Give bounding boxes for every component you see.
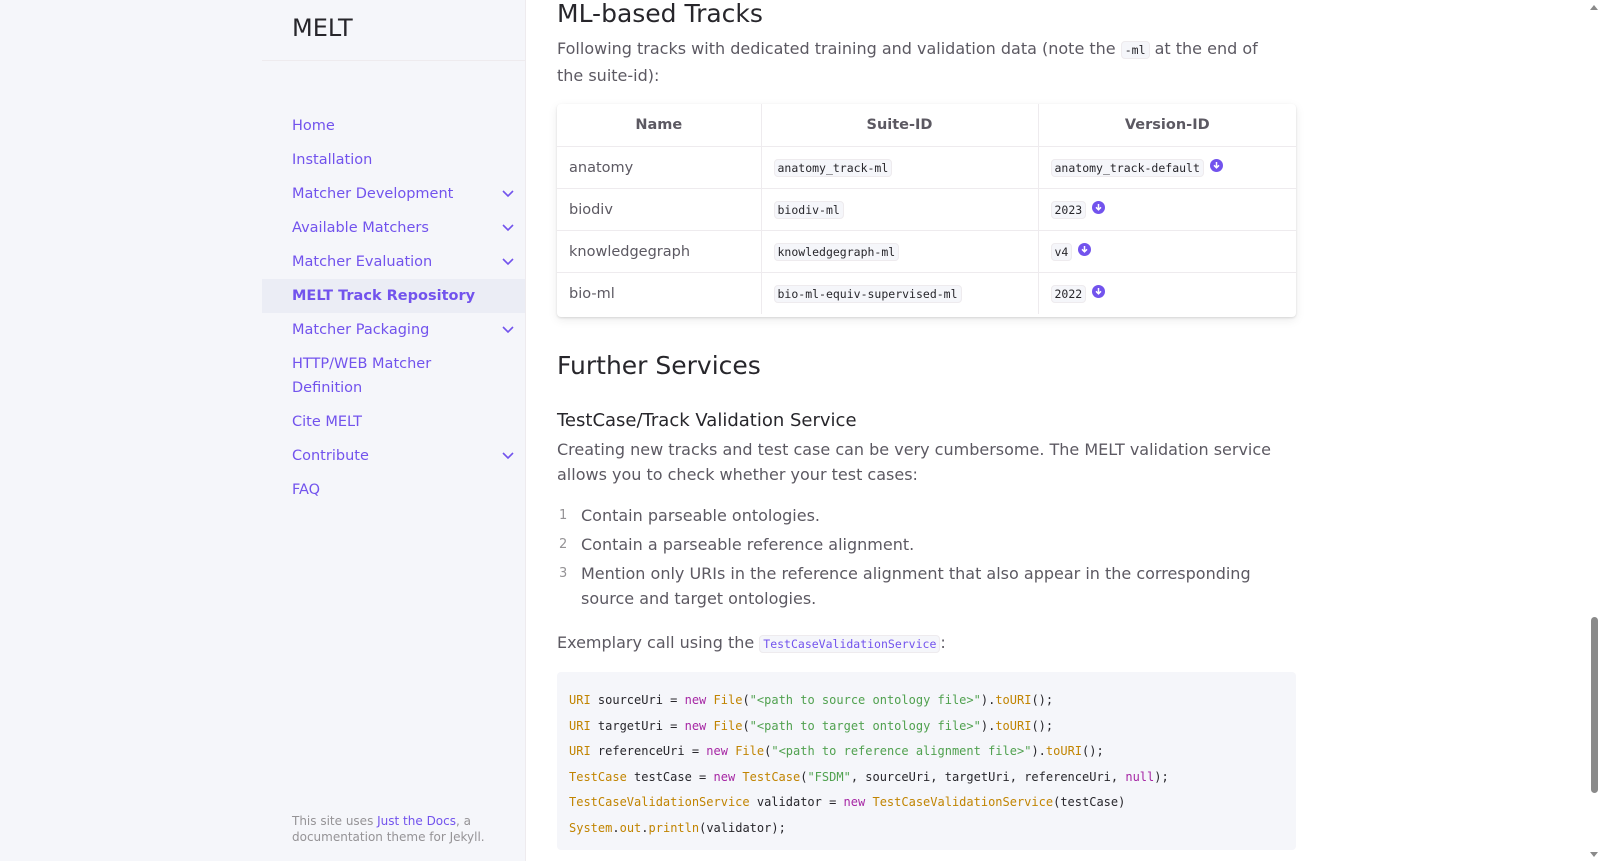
column-header-suite-id: Suite-ID bbox=[761, 104, 1039, 147]
table-row: anatomy anatomy_track-ml anatomy_track-d… bbox=[557, 146, 1296, 189]
version-id-cell: anatomy_track-default bbox=[1038, 146, 1296, 189]
nav-link[interactable]: MELT Track Repository bbox=[262, 279, 525, 313]
list-item: 1 Contain parseable ontologies. bbox=[557, 503, 1287, 528]
code-line: TestCaseValidationService validator = ne… bbox=[569, 795, 1126, 809]
table-row: biodiv biodiv-ml 2023 bbox=[557, 188, 1296, 231]
nav-item-contribute: Contribute bbox=[262, 439, 525, 473]
version-id: anatomy_track-default bbox=[1050, 158, 1204, 177]
nav-item-matcher-development: Matcher Development bbox=[262, 177, 525, 211]
list-text: Contain parseable ontologies. bbox=[581, 506, 820, 525]
code-line: URI sourceUri = new File("<path to sourc… bbox=[569, 693, 1054, 707]
version-id: v4 bbox=[1050, 242, 1073, 261]
nav-link[interactable]: Cite MELT bbox=[262, 405, 525, 439]
version-id-cell: 2023 bbox=[1038, 188, 1296, 231]
nav-item-melt-track-repository: MELT Track Repository bbox=[262, 279, 525, 313]
nav-item-matcher-evaluation: Matcher Evaluation bbox=[262, 245, 525, 279]
site-header: MELT bbox=[262, 0, 525, 61]
nav-link[interactable]: Contribute bbox=[262, 439, 525, 473]
nav-item-http-web-matcher: HTTP/WEB Matcher Definition bbox=[262, 347, 525, 405]
list-number: 2 bbox=[559, 537, 568, 552]
table-row: bio-ml bio-ml-equiv-supervised-ml 2022 bbox=[557, 272, 1296, 315]
nav-item-matcher-packaging: Matcher Packaging bbox=[262, 313, 525, 347]
example-text-before: Exemplary call using the bbox=[557, 633, 760, 652]
validation-service-heading: TestCase/Track Validation Service bbox=[557, 410, 857, 431]
chevron-down-icon[interactable] bbox=[499, 219, 517, 237]
suite-id-cell: bio-ml-equiv-supervised-ml bbox=[761, 272, 1039, 314]
nav-link[interactable]: FAQ bbox=[262, 473, 525, 507]
track-name: bio-ml bbox=[557, 272, 762, 314]
nav-link[interactable]: Installation bbox=[262, 143, 525, 177]
ml-suffix-code: -ml bbox=[1120, 41, 1150, 59]
further-services-heading: Further Services bbox=[557, 351, 761, 380]
list-item: 2 Contain a parseable reference alignment… bbox=[557, 532, 1287, 557]
track-name: biodiv bbox=[557, 188, 762, 231]
nav-list: Home Installation Matcher Development Av… bbox=[262, 109, 525, 507]
column-header-name: Name bbox=[557, 104, 762, 147]
nav-item-home: Home bbox=[262, 109, 525, 143]
code-line: TestCase testCase = new TestCase("FSDM",… bbox=[569, 769, 1169, 784]
sidebar: MELT Home Installation Matcher Developme… bbox=[0, 0, 526, 861]
nav-item-installation: Installation bbox=[262, 143, 525, 177]
list-number: 3 bbox=[559, 566, 568, 581]
validation-intro: Creating new tracks and test case can be… bbox=[557, 440, 1271, 484]
nav-link[interactable]: Matcher Development bbox=[262, 177, 525, 211]
chevron-down-icon[interactable] bbox=[499, 447, 517, 465]
code-line: URI targetUri = new File("<path to targe… bbox=[569, 718, 1054, 733]
footer-prefix: This site uses bbox=[292, 814, 378, 828]
suite-id-cell: knowledgegraph-ml bbox=[761, 230, 1039, 273]
scroll-down-arrow-icon[interactable] bbox=[1590, 850, 1598, 858]
list-number: 1 bbox=[559, 508, 568, 523]
nav-item-faq: FAQ bbox=[262, 473, 525, 507]
scrollbar[interactable] bbox=[1588, 0, 1600, 861]
table-row: knowledgegraph knowledgegraph-ml v4 bbox=[557, 230, 1296, 273]
track-name: anatomy bbox=[557, 146, 762, 189]
version-id-cell: v4 bbox=[1038, 230, 1296, 273]
scroll-thumb[interactable] bbox=[1591, 617, 1598, 793]
download-circle-icon[interactable] bbox=[1092, 201, 1106, 218]
nav-link[interactable]: Matcher Packaging bbox=[262, 313, 525, 347]
code-line: URI referenceUri = new File("<path to re… bbox=[569, 744, 1104, 758]
list-text: Contain a parseable reference alignment. bbox=[581, 535, 915, 554]
nav-link[interactable]: Matcher Evaluation bbox=[262, 245, 525, 279]
nav-link[interactable]: Home bbox=[262, 109, 525, 143]
ml-tracks-table: Name Suite-ID Version-ID anatomy anatomy… bbox=[557, 104, 1296, 317]
validation-checklist: 1 Contain parseable ontologies. 2 Contain … bbox=[557, 503, 1287, 615]
nav-link[interactable]: Available Matchers bbox=[262, 211, 525, 245]
scroll-up-arrow-icon[interactable] bbox=[1590, 3, 1598, 11]
version-id: 2023 bbox=[1050, 200, 1087, 219]
ml-tracks-heading: ML-based Tracks bbox=[557, 0, 763, 28]
suite-id-cell: anatomy_track-ml bbox=[761, 146, 1039, 189]
nav-link[interactable]: HTTP/WEB Matcher Definition bbox=[262, 347, 525, 405]
suite-id: knowledgegraph-ml bbox=[773, 242, 900, 261]
testcase-validation-service-code[interactable]: TestCaseValidationService bbox=[759, 635, 941, 653]
intro-text-before: Following tracks with dedicated training… bbox=[557, 39, 1121, 58]
example-text-after: : bbox=[940, 633, 946, 652]
download-circle-icon[interactable] bbox=[1209, 159, 1223, 176]
chevron-down-icon[interactable] bbox=[499, 321, 517, 339]
suite-id-cell: biodiv-ml bbox=[761, 188, 1039, 231]
chevron-down-icon[interactable] bbox=[499, 185, 517, 203]
version-id: 2022 bbox=[1050, 284, 1087, 303]
track-name: knowledgegraph bbox=[557, 230, 762, 273]
suite-id: bio-ml-equiv-supervised-ml bbox=[773, 284, 962, 303]
site-title[interactable]: MELT bbox=[292, 14, 353, 42]
code-line: System.out.println(validator); bbox=[569, 820, 786, 835]
version-id-cell: 2022 bbox=[1038, 273, 1296, 315]
column-header-version-id: Version-ID bbox=[1038, 104, 1296, 147]
table-header-row: Name Suite-ID Version-ID bbox=[557, 104, 1296, 147]
list-text: Mention only URIs in the reference align… bbox=[581, 564, 1251, 608]
suite-id: biodiv-ml bbox=[773, 200, 844, 219]
list-item: 3 Mention only URIs in the reference alig… bbox=[557, 561, 1287, 611]
nav-item-available-matchers: Available Matchers bbox=[262, 211, 525, 245]
nav-item-cite-melt: Cite MELT bbox=[262, 405, 525, 439]
just-the-docs-link[interactable]: Just the Docs bbox=[377, 814, 456, 828]
chevron-down-icon[interactable] bbox=[499, 253, 517, 271]
suite-id: anatomy_track-ml bbox=[773, 158, 893, 177]
download-circle-icon[interactable] bbox=[1078, 243, 1092, 260]
footer-note: This site uses Just the Docs, a document… bbox=[292, 813, 502, 845]
code-block[interactable]: URI sourceUri = new File("<path to sourc… bbox=[557, 672, 1296, 850]
example-intro: Exemplary call using the TestCaseValidat… bbox=[557, 630, 1287, 657]
ml-tracks-intro: Following tracks with dedicated training… bbox=[557, 36, 1287, 88]
download-circle-icon[interactable] bbox=[1092, 285, 1106, 302]
